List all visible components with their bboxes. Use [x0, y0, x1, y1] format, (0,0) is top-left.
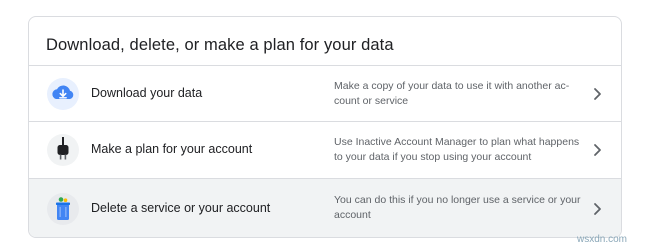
watermark: wsxdn.com	[577, 234, 628, 245]
account-plan-row[interactable]: Make a plan for your account Use Inactiv…	[29, 121, 621, 177]
trash-can-icon	[47, 193, 79, 225]
chevron-right-icon	[590, 141, 604, 159]
card-title: Download, delete, or make a plan for you…	[46, 36, 394, 54]
cloud-download-icon	[47, 78, 79, 110]
account-plan-description: Use Inactive Account Manager to plan wha…	[334, 136, 580, 163]
power-plug-icon	[47, 134, 79, 166]
data-options-card: Download, delete, or make a plan for you…	[28, 16, 622, 238]
download-data-row[interactable]: Download your data Make a copy of your d…	[29, 65, 621, 121]
delete-service-title: Delete a service or your account	[91, 201, 271, 215]
chevron-right-icon	[590, 200, 604, 218]
delete-service-row[interactable]: Delete a service or your account You can…	[29, 178, 621, 237]
download-data-description: Make a copy of your data to use it with …	[334, 80, 570, 107]
chevron-right-icon	[590, 85, 604, 103]
delete-service-description: You can do this if you no longer use a s…	[334, 194, 581, 221]
download-data-title: Download your data	[91, 86, 203, 100]
account-plan-title: Make a plan for your account	[91, 142, 253, 156]
